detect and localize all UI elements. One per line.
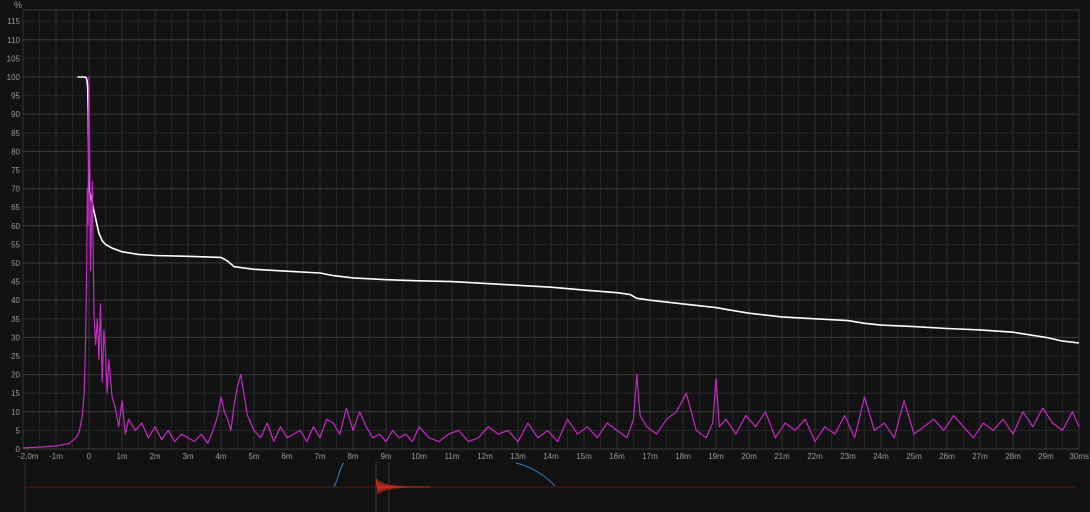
x-tick-label: 22m — [807, 452, 823, 461]
x-tick-label: 8m — [347, 452, 358, 461]
x-tick-label: 29m — [1038, 452, 1054, 461]
x-tick-label: 20m — [741, 452, 757, 461]
x-tick-label: 30ms — [1069, 452, 1089, 461]
energy-time-chart: % 0 5 10 15 20 25 30 35 40 45 50 55 60 65 70 75 80 85 90 95… — [0, 0, 1090, 512]
y-tick-label: 60 — [11, 222, 20, 231]
x-tick-label: 2m — [149, 452, 160, 461]
y-tick-label: 15 — [11, 389, 20, 398]
y-tick-label: 5 — [16, 426, 21, 435]
x-tick-label: 3m — [182, 452, 193, 461]
y-tick-label: 50 — [11, 259, 20, 268]
x-tick-label: 11m — [445, 452, 460, 461]
x-tick-label: -2,0m — [18, 452, 39, 461]
x-tick-label: 0 — [87, 452, 92, 461]
x-tick-label: 13m — [510, 452, 526, 461]
y-tick-label: 100 — [7, 73, 21, 82]
y-tick-label: 55 — [11, 240, 20, 249]
y-tick-label: 30 — [11, 333, 20, 342]
x-tick-label: 7m — [314, 452, 325, 461]
x-tick-label: 5m — [248, 452, 259, 461]
x-tick-label: 26m — [939, 452, 955, 461]
y-tick-label: 105 — [7, 54, 21, 63]
x-tick-label: 10m — [411, 452, 427, 461]
y-tick-label: 110 — [7, 36, 20, 45]
y-tick-label: 75 — [11, 166, 20, 175]
y-tick-label: 65 — [11, 203, 20, 212]
x-tick-label: 1m — [116, 452, 127, 461]
y-tick-label: 115 — [7, 17, 20, 26]
x-tick-label: 4m — [215, 452, 226, 461]
y-tick-label: 85 — [11, 129, 20, 138]
x-tick-label: 18m — [675, 452, 691, 461]
x-tick-label: 9m — [380, 452, 391, 461]
y-tick-label: 80 — [11, 147, 20, 156]
x-tick-label: 15m — [576, 452, 592, 461]
x-tick-label: 12m — [477, 452, 493, 461]
x-tick-label: 16m — [609, 452, 625, 461]
x-tick-label: 14m — [543, 452, 559, 461]
x-tick-label: 27m — [972, 452, 988, 461]
y-tick-label: 95 — [11, 92, 20, 101]
y-tick-label: 10 — [11, 408, 20, 417]
y-tick-label: 70 — [11, 185, 20, 194]
y-tick-label: 45 — [11, 278, 20, 287]
x-tick-label: 23m — [840, 452, 856, 461]
x-tick-label: 25m — [906, 452, 922, 461]
y-tick-label: 20 — [11, 371, 20, 380]
y-tick-label: 35 — [11, 315, 20, 324]
y-tick-label: 40 — [11, 296, 20, 305]
x-tick-label: 21m — [774, 452, 790, 461]
y-unit-label: % — [14, 0, 22, 10]
x-tick-label: 28m — [1005, 452, 1021, 461]
overview-strip[interactable] — [0, 462, 1090, 512]
x-tick-label: 6m — [281, 452, 292, 461]
y-tick-label: 25 — [11, 352, 20, 361]
x-tick-label: 17m — [642, 452, 658, 461]
y-tick-label: 90 — [11, 110, 20, 119]
x-tick-label: 24m — [873, 452, 889, 461]
x-tick-label: 19m — [708, 452, 724, 461]
x-tick-label: -1m — [49, 452, 63, 461]
